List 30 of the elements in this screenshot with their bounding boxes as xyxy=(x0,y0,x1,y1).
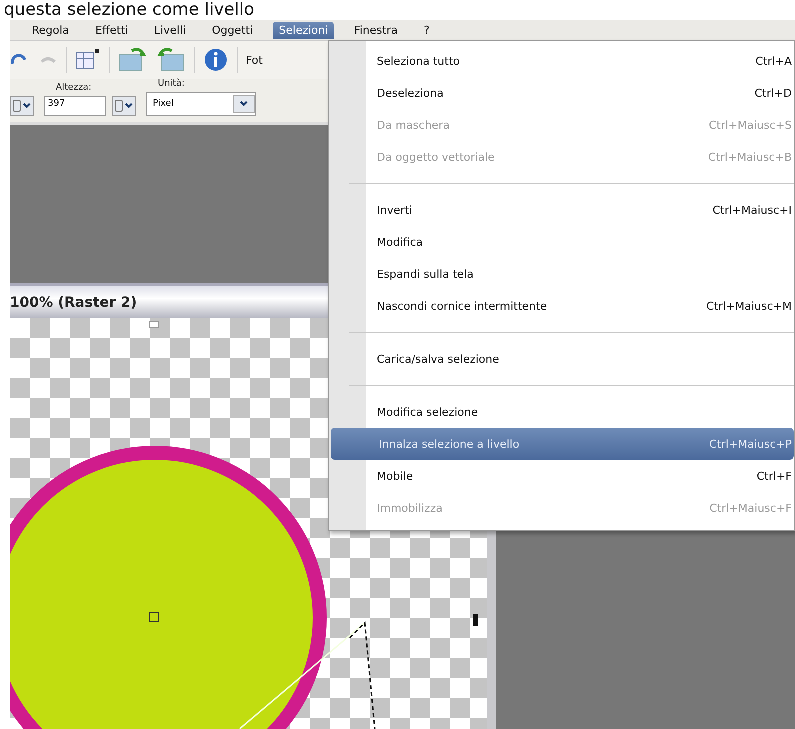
height-field[interactable]: 397 xyxy=(44,96,106,116)
menu-item[interactable]: Mobile Ctrl+F xyxy=(329,460,794,492)
menu-item[interactable]: Seleziona tutto Ctrl+A xyxy=(329,45,794,77)
menu-item[interactable]: Innalza selezione a livello Ctrl+Maiusc+P xyxy=(331,428,794,460)
height-label: Altezza: xyxy=(55,83,93,93)
menu-item[interactable]: Carica/salva selezione xyxy=(329,343,794,375)
handle-icon[interactable] xyxy=(149,321,160,329)
menu-item[interactable]: Deseleziona Ctrl+D xyxy=(329,77,794,109)
menu-title[interactable]: Selezioni xyxy=(273,22,334,38)
grid-icon[interactable] xyxy=(75,48,101,72)
chevron-down-icon[interactable] xyxy=(240,101,248,107)
menu-title[interactable]: Finestra xyxy=(348,22,404,38)
menu-item[interactable]: Modifica xyxy=(329,226,794,258)
unit-label: Unità: xyxy=(157,79,186,89)
menu-title[interactable]: Regola xyxy=(26,22,76,38)
spinner[interactable] xyxy=(112,96,136,116)
page-heading: questa selezione come livello xyxy=(3,0,256,20)
menu-title[interactable]: Effetti xyxy=(89,22,134,38)
menu-item[interactable]: Modifica selezione xyxy=(329,396,794,428)
handle-icon[interactable] xyxy=(473,614,478,626)
menu-title[interactable]: Livelli xyxy=(148,22,192,38)
image-icon[interactable] xyxy=(156,47,186,73)
image-icon[interactable] xyxy=(118,47,148,73)
menu-title[interactable]: ? xyxy=(418,22,436,38)
unit-dropdown[interactable]: Pixel xyxy=(146,92,256,116)
spinner[interactable] xyxy=(10,96,34,116)
menu-item[interactable]: Inverti Ctrl+Maiusc+I xyxy=(329,194,794,226)
toolbar-label: Fot xyxy=(246,54,263,66)
info-icon[interactable] xyxy=(203,47,229,73)
menu-title[interactable]: Oggetti xyxy=(206,22,260,38)
